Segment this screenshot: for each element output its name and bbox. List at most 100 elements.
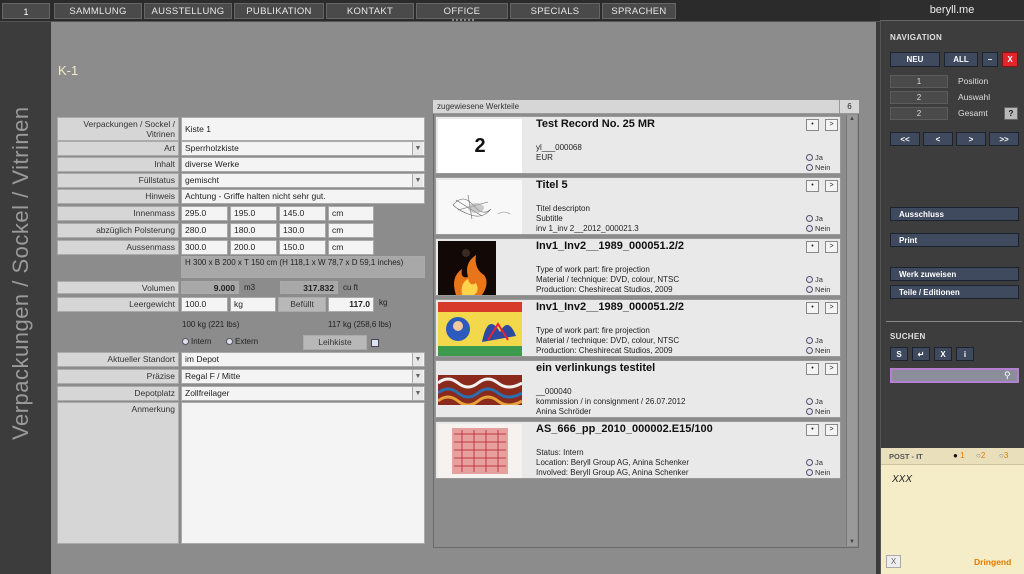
- nav-ausstellung[interactable]: AUSSTELLUNG: [144, 3, 232, 19]
- work-line: kommission / in consignment / 26.07.2012: [536, 397, 686, 406]
- work-dot-button[interactable]: •: [806, 363, 819, 375]
- work-card[interactable]: 2 Test Record No. 25 MR yl___000068 EUR …: [435, 116, 841, 174]
- ja-radio[interactable]: Ja: [806, 153, 823, 162]
- polsterung-height[interactable]: 280.0: [181, 223, 228, 238]
- nein-radio[interactable]: Nein: [806, 407, 830, 416]
- print-button[interactable]: Print: [890, 233, 1019, 247]
- works-list: 2 Test Record No. 25 MR yl___000068 EUR …: [433, 116, 845, 546]
- postit-panel[interactable]: [881, 448, 1024, 574]
- work-open-button[interactable]: >: [825, 119, 838, 131]
- work-dot-button[interactable]: •: [806, 302, 819, 314]
- work-card[interactable]: Inv1_Inv2__1989_000051.2/2 Type of work …: [435, 238, 841, 296]
- minus-button[interactable]: –: [982, 52, 998, 67]
- hinweis-field[interactable]: Achtung - Griffe halten nicht sehr gut.: [181, 189, 425, 204]
- leergewicht-field[interactable]: 100.0: [181, 297, 228, 312]
- teile-editionen-button[interactable]: Teile / Editionen: [890, 285, 1019, 299]
- colorful-image: [438, 302, 522, 356]
- aussenmass-height[interactable]: 300.0: [181, 240, 228, 255]
- prev-button[interactable]: <: [923, 132, 953, 146]
- ja-radio[interactable]: Ja: [806, 336, 823, 345]
- work-open-button[interactable]: >: [825, 180, 838, 192]
- nein-radio[interactable]: Nein: [806, 468, 830, 477]
- scroll-down-icon[interactable]: ▼: [849, 539, 855, 545]
- next-button[interactable]: >: [956, 132, 986, 146]
- work-open-button[interactable]: >: [825, 363, 838, 375]
- polsterung-unit[interactable]: cm: [328, 223, 374, 238]
- nein-label: Nein: [815, 163, 831, 172]
- close-button[interactable]: X: [1002, 52, 1018, 67]
- work-dot-button[interactable]: •: [806, 180, 819, 192]
- postit-close-button[interactable]: X: [886, 555, 901, 568]
- work-line: Material / technique: DVD, colour, NTSC: [536, 336, 680, 345]
- werk-zuweisen-button[interactable]: Werk zuweisen: [890, 267, 1019, 281]
- depotplatz-select[interactable]: Zollfreilager: [181, 386, 425, 401]
- nav-sammlung[interactable]: SAMMLUNG: [54, 3, 142, 19]
- work-card[interactable]: Titel 5 Titel descripton Subtitle inv 1_…: [435, 177, 841, 235]
- works-scrollbar[interactable]: ▲ ▼: [846, 115, 857, 546]
- extern-radio[interactable]: Extern: [226, 337, 258, 346]
- art-select[interactable]: Sperrholzkiste: [181, 141, 425, 156]
- work-open-button[interactable]: >: [825, 424, 838, 436]
- standort-select[interactable]: im Depot: [181, 352, 425, 367]
- search-input[interactable]: [890, 368, 1019, 383]
- innenmass-unit[interactable]: cm: [328, 206, 374, 221]
- all-button[interactable]: ALL: [944, 52, 978, 67]
- nein-radio[interactable]: Nein: [806, 346, 830, 355]
- nein-radio[interactable]: Nein: [806, 224, 830, 233]
- innenmass-depth[interactable]: 145.0: [279, 206, 326, 221]
- postit-text[interactable]: XXX: [892, 474, 912, 485]
- postit-option-3[interactable]: ○3: [999, 451, 1008, 460]
- nein-radio[interactable]: Nein: [806, 163, 830, 172]
- ja-radio[interactable]: Ja: [806, 214, 823, 223]
- aussenmass-unit[interactable]: cm: [328, 240, 374, 255]
- aussenmass-depth[interactable]: 150.0: [279, 240, 326, 255]
- aussenmass-width[interactable]: 200.0: [230, 240, 277, 255]
- postit-option-2[interactable]: ○2: [976, 451, 985, 460]
- scroll-up-icon[interactable]: ▲: [849, 116, 855, 122]
- postit-option-1[interactable]: ● 1: [953, 451, 965, 460]
- nav-publikation[interactable]: PUBLIKATION: [234, 3, 324, 19]
- ja-radio[interactable]: Ja: [806, 458, 823, 467]
- nav-kontakt[interactable]: KONTAKT: [326, 3, 414, 19]
- aussenmass-label: Aussenmass: [57, 240, 179, 255]
- leergewicht-unit[interactable]: kg: [230, 297, 276, 312]
- inhalt-field[interactable]: diverse Werke: [181, 157, 425, 172]
- leihkiste-checkbox[interactable]: [371, 339, 379, 347]
- neu-button[interactable]: NEU: [890, 52, 940, 67]
- polsterung-depth[interactable]: 130.0: [279, 223, 326, 238]
- work-card[interactable]: Inv1_Inv2__1989_000051.2/2 Type of work …: [435, 299, 841, 357]
- last-button[interactable]: >>: [989, 132, 1019, 146]
- work-line: Material / technique: DVD, colour, NTSC: [536, 275, 680, 284]
- nav-specials[interactable]: SPECIALS: [510, 3, 600, 19]
- verpackungen-field[interactable]: Kiste 1: [181, 117, 425, 141]
- nein-radio[interactable]: Nein: [806, 285, 830, 294]
- nav-office[interactable]: OFFICE: [416, 3, 508, 19]
- polsterung-width[interactable]: 180.0: [230, 223, 277, 238]
- work-dot-button[interactable]: •: [806, 119, 819, 131]
- work-card[interactable]: ein verlinkungs testitel __000040 kommis…: [435, 360, 841, 418]
- befuellt-field[interactable]: 117.0: [328, 297, 374, 312]
- work-title: Test Record No. 25 MR: [536, 118, 655, 130]
- intern-radio[interactable]: Intern: [182, 337, 211, 346]
- nav-sprachen[interactable]: SPRACHEN: [602, 3, 676, 19]
- first-button[interactable]: <<: [890, 132, 920, 146]
- work-dot-button[interactable]: •: [806, 424, 819, 436]
- work-dot-button[interactable]: •: [806, 241, 819, 253]
- search-s-button[interactable]: S: [890, 347, 908, 361]
- work-card[interactable]: AS_666_pp_2010_000002.E15/100 Status: In…: [435, 421, 841, 479]
- work-open-button[interactable]: >: [825, 241, 838, 253]
- ausschluss-button[interactable]: Ausschluss: [890, 207, 1019, 221]
- work-open-button[interactable]: >: [825, 302, 838, 314]
- innenmass-height[interactable]: 295.0: [181, 206, 228, 221]
- ja-radio[interactable]: Ja: [806, 397, 823, 406]
- anmerkung-field[interactable]: [181, 402, 425, 544]
- praezise-select[interactable]: Regal F / Mitte: [181, 369, 425, 384]
- innenmass-width[interactable]: 195.0: [230, 206, 277, 221]
- search-info-button[interactable]: i: [956, 347, 974, 361]
- search-enter-button[interactable]: ↵: [912, 347, 930, 361]
- fuellstatus-value: gemischt: [185, 175, 220, 185]
- search-clear-button[interactable]: X: [934, 347, 952, 361]
- fuellstatus-select[interactable]: gemischt: [181, 173, 425, 188]
- ja-radio[interactable]: Ja: [806, 275, 823, 284]
- help-button[interactable]: ?: [1004, 107, 1018, 120]
